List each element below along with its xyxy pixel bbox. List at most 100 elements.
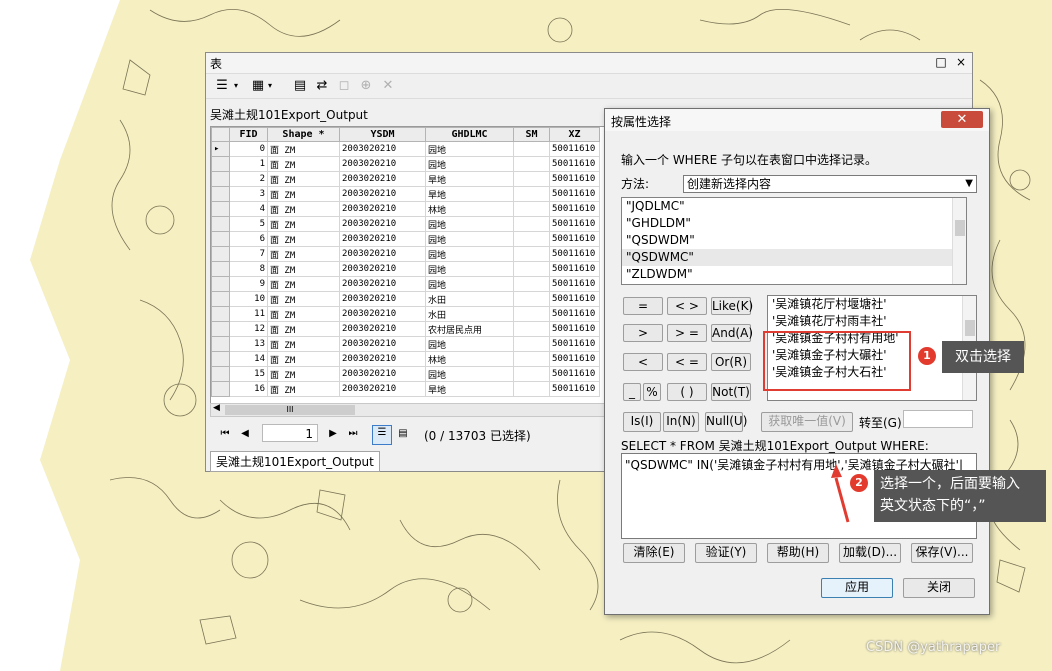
- table-row[interactable]: 1面 ZM 2003020210 园地 50011610: [211, 156, 600, 172]
- table-cell[interactable]: 园地: [425, 261, 514, 277]
- table-cell[interactable]: 面 ZM: [267, 156, 340, 172]
- method-select[interactable]: 创建新选择内容 ▼: [683, 175, 977, 193]
- table-row[interactable]: 11 面 ZM 2003020210 水田 50011610: [211, 306, 600, 322]
- not-button[interactable]: Not(T): [711, 383, 751, 401]
- table-row[interactable]: 13 面 ZM 2003020210 园地 50011610: [211, 336, 600, 352]
- table-cell[interactable]: 12: [229, 321, 268, 337]
- field-item[interactable]: "QSDWDM": [622, 232, 966, 249]
- table-cell[interactable]: 农村居民点用: [425, 321, 514, 337]
- table-row[interactable]: 14 面 ZM 2003020210 林地 50011610: [211, 351, 600, 367]
- table-cell[interactable]: [513, 231, 550, 247]
- last-record-icon[interactable]: ⏭: [346, 427, 360, 441]
- table-cell[interactable]: 50011610: [549, 321, 600, 337]
- row-selector[interactable]: [211, 156, 230, 172]
- table-cell[interactable]: 园地: [425, 216, 514, 232]
- table-cell[interactable]: [513, 381, 550, 397]
- table-cell[interactable]: 50011610: [549, 246, 600, 262]
- table-row[interactable]: 12 面 ZM 2003020210 农村居民点用 50011610: [211, 321, 600, 337]
- table-cell[interactable]: 3: [229, 186, 268, 202]
- table-cell[interactable]: 50011610: [549, 186, 600, 202]
- table-cell[interactable]: 面 ZM: [267, 246, 340, 262]
- table-cell[interactable]: 园地: [425, 276, 514, 292]
- table-cell[interactable]: 2003020210: [339, 261, 426, 277]
- in-button[interactable]: In(N): [663, 412, 699, 432]
- table-cell[interactable]: 50011610: [549, 351, 600, 367]
- table-cell[interactable]: 面 ZM: [267, 366, 340, 382]
- row-selector[interactable]: [211, 186, 230, 202]
- table-cell[interactable]: 50011610: [549, 381, 600, 397]
- equals-button[interactable]: =: [623, 297, 663, 315]
- apply-button[interactable]: 应用: [821, 578, 893, 598]
- table-cell[interactable]: 8: [229, 261, 268, 277]
- table-cell[interactable]: 园地: [425, 366, 514, 382]
- row-selector[interactable]: [211, 231, 230, 247]
- table-cell[interactable]: 14: [229, 351, 268, 367]
- table-cell[interactable]: 2003020210: [339, 156, 426, 172]
- fields-scrollbar[interactable]: [952, 198, 966, 284]
- clear-button[interactable]: 清除(E): [623, 543, 685, 563]
- field-item-selected[interactable]: "QSDWMC": [622, 249, 966, 266]
- first-record-icon[interactable]: ⏮: [218, 427, 232, 441]
- table-cell[interactable]: 面 ZM: [267, 351, 340, 367]
- table-cell[interactable]: 园地: [425, 336, 514, 352]
- table-cell[interactable]: 50011610: [549, 261, 600, 277]
- table-cell[interactable]: 2003020210: [339, 291, 426, 307]
- zoom-to-selected-icon[interactable]: ⊕: [358, 78, 374, 94]
- table-cell[interactable]: [513, 366, 550, 382]
- table-cell[interactable]: 2003020210: [339, 171, 426, 187]
- table-cell[interactable]: 2003020210: [339, 231, 426, 247]
- show-all-records-icon[interactable]: ☰: [372, 425, 392, 445]
- table-cell[interactable]: 15: [229, 366, 268, 382]
- column-header-ysdm[interactable]: YSDM: [339, 127, 426, 142]
- table-row[interactable]: 9面 ZM 2003020210 园地 50011610: [211, 276, 600, 292]
- field-item[interactable]: "ZLDWDM": [622, 266, 966, 283]
- row-selector[interactable]: [211, 366, 230, 382]
- value-item[interactable]: '吴滩镇花厅村堰塘社': [768, 296, 976, 313]
- table-cell[interactable]: [513, 171, 550, 187]
- null-button[interactable]: Null(U): [705, 412, 747, 432]
- table-cell[interactable]: [513, 306, 550, 322]
- table-cell[interactable]: 2003020210: [339, 381, 426, 397]
- table-cell[interactable]: 面 ZM: [267, 186, 340, 202]
- table-row[interactable]: 15 面 ZM 2003020210 园地 50011610: [211, 366, 600, 382]
- close-button[interactable]: ×: [952, 54, 970, 70]
- table-cell[interactable]: 面 ZM: [267, 201, 340, 217]
- table-cell[interactable]: 2003020210: [339, 246, 426, 262]
- table-cell[interactable]: 11: [229, 306, 268, 322]
- table-cell[interactable]: 2003020210: [339, 141, 426, 157]
- not-equals-button[interactable]: < >: [667, 297, 707, 315]
- table-cell[interactable]: 50011610: [549, 141, 600, 157]
- parentheses-button[interactable]: ( ): [667, 383, 707, 401]
- row-selector[interactable]: [211, 291, 230, 307]
- table-cell[interactable]: 面 ZM: [267, 336, 340, 352]
- underscore-button[interactable]: _: [623, 383, 641, 401]
- row-selector[interactable]: [211, 246, 230, 262]
- table-cell[interactable]: 4: [229, 201, 268, 217]
- table-row[interactable]: 16 面 ZM 2003020210 旱地 50011610: [211, 381, 600, 397]
- table-cell[interactable]: [513, 321, 550, 337]
- scroll-left-icon[interactable]: ◀: [213, 403, 220, 413]
- table-cell[interactable]: [513, 336, 550, 352]
- show-selected-records-icon[interactable]: ▤: [396, 427, 410, 441]
- like-button[interactable]: Like(K): [711, 297, 753, 315]
- table-cell[interactable]: [513, 141, 550, 157]
- table-row[interactable]: 6面 ZM 2003020210 园地 50011610: [211, 231, 600, 247]
- table-cell[interactable]: 旱地: [425, 381, 514, 397]
- value-item[interactable]: '吴滩镇花厅村雨丰社': [768, 313, 976, 330]
- or-button[interactable]: Or(R): [711, 353, 751, 371]
- table-cell[interactable]: 旱地: [425, 186, 514, 202]
- table-cell[interactable]: 2003020210: [339, 306, 426, 322]
- table-cell[interactable]: 6: [229, 231, 268, 247]
- table-cell[interactable]: 园地: [425, 156, 514, 172]
- table-cell[interactable]: 面 ZM: [267, 261, 340, 277]
- greater-equal-button[interactable]: > =: [667, 324, 707, 342]
- table-cell[interactable]: 面 ZM: [267, 231, 340, 247]
- table-cell[interactable]: 0: [229, 141, 268, 157]
- table-cell[interactable]: [513, 156, 550, 172]
- row-selector[interactable]: [211, 276, 230, 292]
- table-cell[interactable]: [513, 261, 550, 277]
- table-cell[interactable]: 2003020210: [339, 276, 426, 292]
- table-cell[interactable]: 9: [229, 276, 268, 292]
- table-row[interactable]: 7面 ZM 2003020210 园地 50011610: [211, 246, 600, 262]
- table-cell[interactable]: 50011610: [549, 336, 600, 352]
